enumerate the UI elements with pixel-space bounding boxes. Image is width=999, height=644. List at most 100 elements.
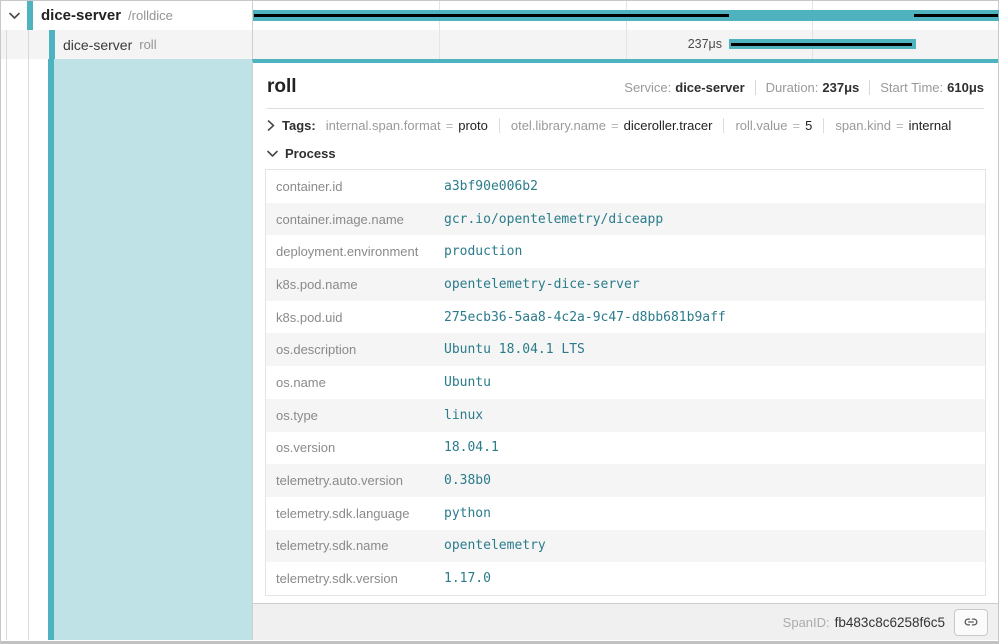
chevron-right-icon xyxy=(267,120,275,131)
link-icon xyxy=(962,615,980,629)
indent-guide xyxy=(28,30,29,59)
kv-value: 275ecb36-5aa8-4c2a-9c47-d8bb681b9aff xyxy=(444,310,726,325)
kv-value: linux xyxy=(444,408,483,423)
span-color-fill xyxy=(54,59,252,640)
start-time-label: Start Time: xyxy=(880,80,943,95)
kv-value: opentelemetry-dice-server xyxy=(444,277,640,292)
tags-accordion[interactable]: Tags: internal.span.format = proto otel.… xyxy=(253,109,998,140)
tag-equals: = xyxy=(446,118,454,133)
kv-key: telemetry.sdk.version xyxy=(266,571,444,586)
kv-value: python xyxy=(444,506,491,521)
kv-key: os.name xyxy=(266,375,444,390)
indent-guide xyxy=(6,59,7,640)
span-bar-roll[interactable] xyxy=(729,39,916,49)
tag-key: internal.span.format xyxy=(326,118,441,133)
start-time-value: 610μs xyxy=(947,80,984,95)
tag-item: otel.library.name = diceroller.tracer xyxy=(511,118,713,133)
indent-guide xyxy=(6,30,7,59)
timeline-gridline xyxy=(626,30,627,59)
table-row: telemetry.auto.version0.38b0 xyxy=(266,464,985,497)
chevron-down-icon xyxy=(9,12,20,20)
table-row: container.ida3bf90e006b2 xyxy=(266,170,985,203)
span-service-name: dice-server xyxy=(41,7,121,24)
table-row: telemetry.sdk.languagepython xyxy=(266,497,985,530)
process-label: Process xyxy=(285,146,336,161)
span-timeline-cell-roll: 237μs xyxy=(252,30,998,59)
kv-value: production xyxy=(444,244,522,259)
span-operation-name: /rolldice xyxy=(128,8,173,23)
kv-value: 1.17.0 xyxy=(444,571,491,586)
span-detail-footer: SpanID: fb483c8c6258f6c5 xyxy=(253,603,998,640)
indent-guide xyxy=(28,59,29,640)
kv-value: 0.38b0 xyxy=(444,473,491,488)
table-row: os.descriptionUbuntu 18.04.1 LTS xyxy=(266,333,985,366)
span-detail-panel: roll Service: dice-server Duration: 237μ… xyxy=(252,59,998,640)
tag-equals: = xyxy=(793,118,801,133)
span-name-cell-roll[interactable]: dice-server roll xyxy=(1,30,252,59)
table-row: os.typelinux xyxy=(266,399,985,432)
span-name-cell-rolldice[interactable]: dice-server /rolldice xyxy=(1,1,252,30)
span-service-name: dice-server xyxy=(63,37,132,53)
table-row: telemetry.sdk.nameopentelemetry xyxy=(266,530,985,563)
tag-item: roll.value = 5 xyxy=(735,118,812,133)
span-timeline-cell-rolldice xyxy=(252,1,998,30)
tag-separator xyxy=(823,118,824,133)
jaeger-trace-view: dice-server /rolldice dice-server roll 2… xyxy=(0,0,999,644)
deep-link-button[interactable] xyxy=(954,609,988,636)
chevron-down-icon xyxy=(267,150,278,158)
kv-value: opentelemetry xyxy=(444,538,546,553)
tag-item: internal.span.format = proto xyxy=(326,118,488,133)
kv-key: os.version xyxy=(266,440,444,455)
tags-label: Tags: xyxy=(282,118,316,133)
tag-item: span.kind = internal xyxy=(835,118,951,133)
duration-label: Duration: xyxy=(766,80,819,95)
kv-value: gcr.io/opentelemetry/diceapp xyxy=(444,212,663,227)
tag-equals: = xyxy=(896,118,904,133)
span-bar-rolldice[interactable] xyxy=(253,10,999,21)
table-row: deployment.environmentproduction xyxy=(266,235,985,268)
tag-key: span.kind xyxy=(835,118,891,133)
kv-value: 18.04.1 xyxy=(444,440,499,455)
tag-value: internal xyxy=(909,118,952,133)
process-kv-table: container.ida3bf90e006b2 container.image… xyxy=(265,169,986,596)
table-row: container.image.namegcr.io/opentelemetry… xyxy=(266,203,985,236)
span-id-label: SpanID: xyxy=(783,615,830,630)
span-row-roll: dice-server roll 237μs xyxy=(1,30,998,59)
tag-key: roll.value xyxy=(735,118,787,133)
table-row: os.nameUbuntu xyxy=(266,366,985,399)
tag-value: 5 xyxy=(805,118,812,133)
span-color-accent xyxy=(27,1,33,30)
span-self-time-segment xyxy=(254,14,729,17)
table-row: k8s.pod.nameopentelemetry-dice-server xyxy=(266,268,985,301)
kv-value: Ubuntu xyxy=(444,375,491,390)
meta-separator xyxy=(755,80,756,95)
kv-key: telemetry.sdk.language xyxy=(266,506,444,521)
span-id-value: fb483c8c6258f6c5 xyxy=(835,615,945,630)
tag-separator xyxy=(723,118,724,133)
kv-key: os.description xyxy=(266,342,444,357)
detail-row-gutter xyxy=(1,59,252,640)
kv-key: telemetry.sdk.name xyxy=(266,538,444,553)
service-label: Service: xyxy=(624,80,671,95)
span-detail-row: roll Service: dice-server Duration: 237μ… xyxy=(1,59,998,640)
span-detail-meta: Service: dice-server Duration: 237μs Sta… xyxy=(624,80,984,95)
span-self-time-segment xyxy=(731,43,912,46)
span-detail-title: roll xyxy=(267,76,297,98)
kv-value: Ubuntu 18.04.1 LTS xyxy=(444,342,585,357)
collapse-children-button[interactable] xyxy=(1,12,27,20)
kv-key: telemetry.auto.version xyxy=(266,473,444,488)
tag-list: internal.span.format = proto otel.librar… xyxy=(326,118,952,133)
meta-separator xyxy=(869,80,870,95)
timeline-gridline xyxy=(439,30,440,59)
span-row-rolldice: dice-server /rolldice xyxy=(1,1,998,30)
kv-value: a3bf90e006b2 xyxy=(444,179,538,194)
span-duration-label: 237μs xyxy=(688,37,722,51)
tag-key: otel.library.name xyxy=(511,118,606,133)
tag-value: proto xyxy=(458,118,488,133)
table-row: os.version18.04.1 xyxy=(266,432,985,465)
process-accordion[interactable]: Process xyxy=(253,140,998,167)
kv-key: deployment.environment xyxy=(266,244,444,259)
tag-value: diceroller.tracer xyxy=(624,118,713,133)
table-row: telemetry.sdk.version1.17.0 xyxy=(266,562,985,595)
span-detail-header: roll Service: dice-server Duration: 237μ… xyxy=(253,63,998,108)
